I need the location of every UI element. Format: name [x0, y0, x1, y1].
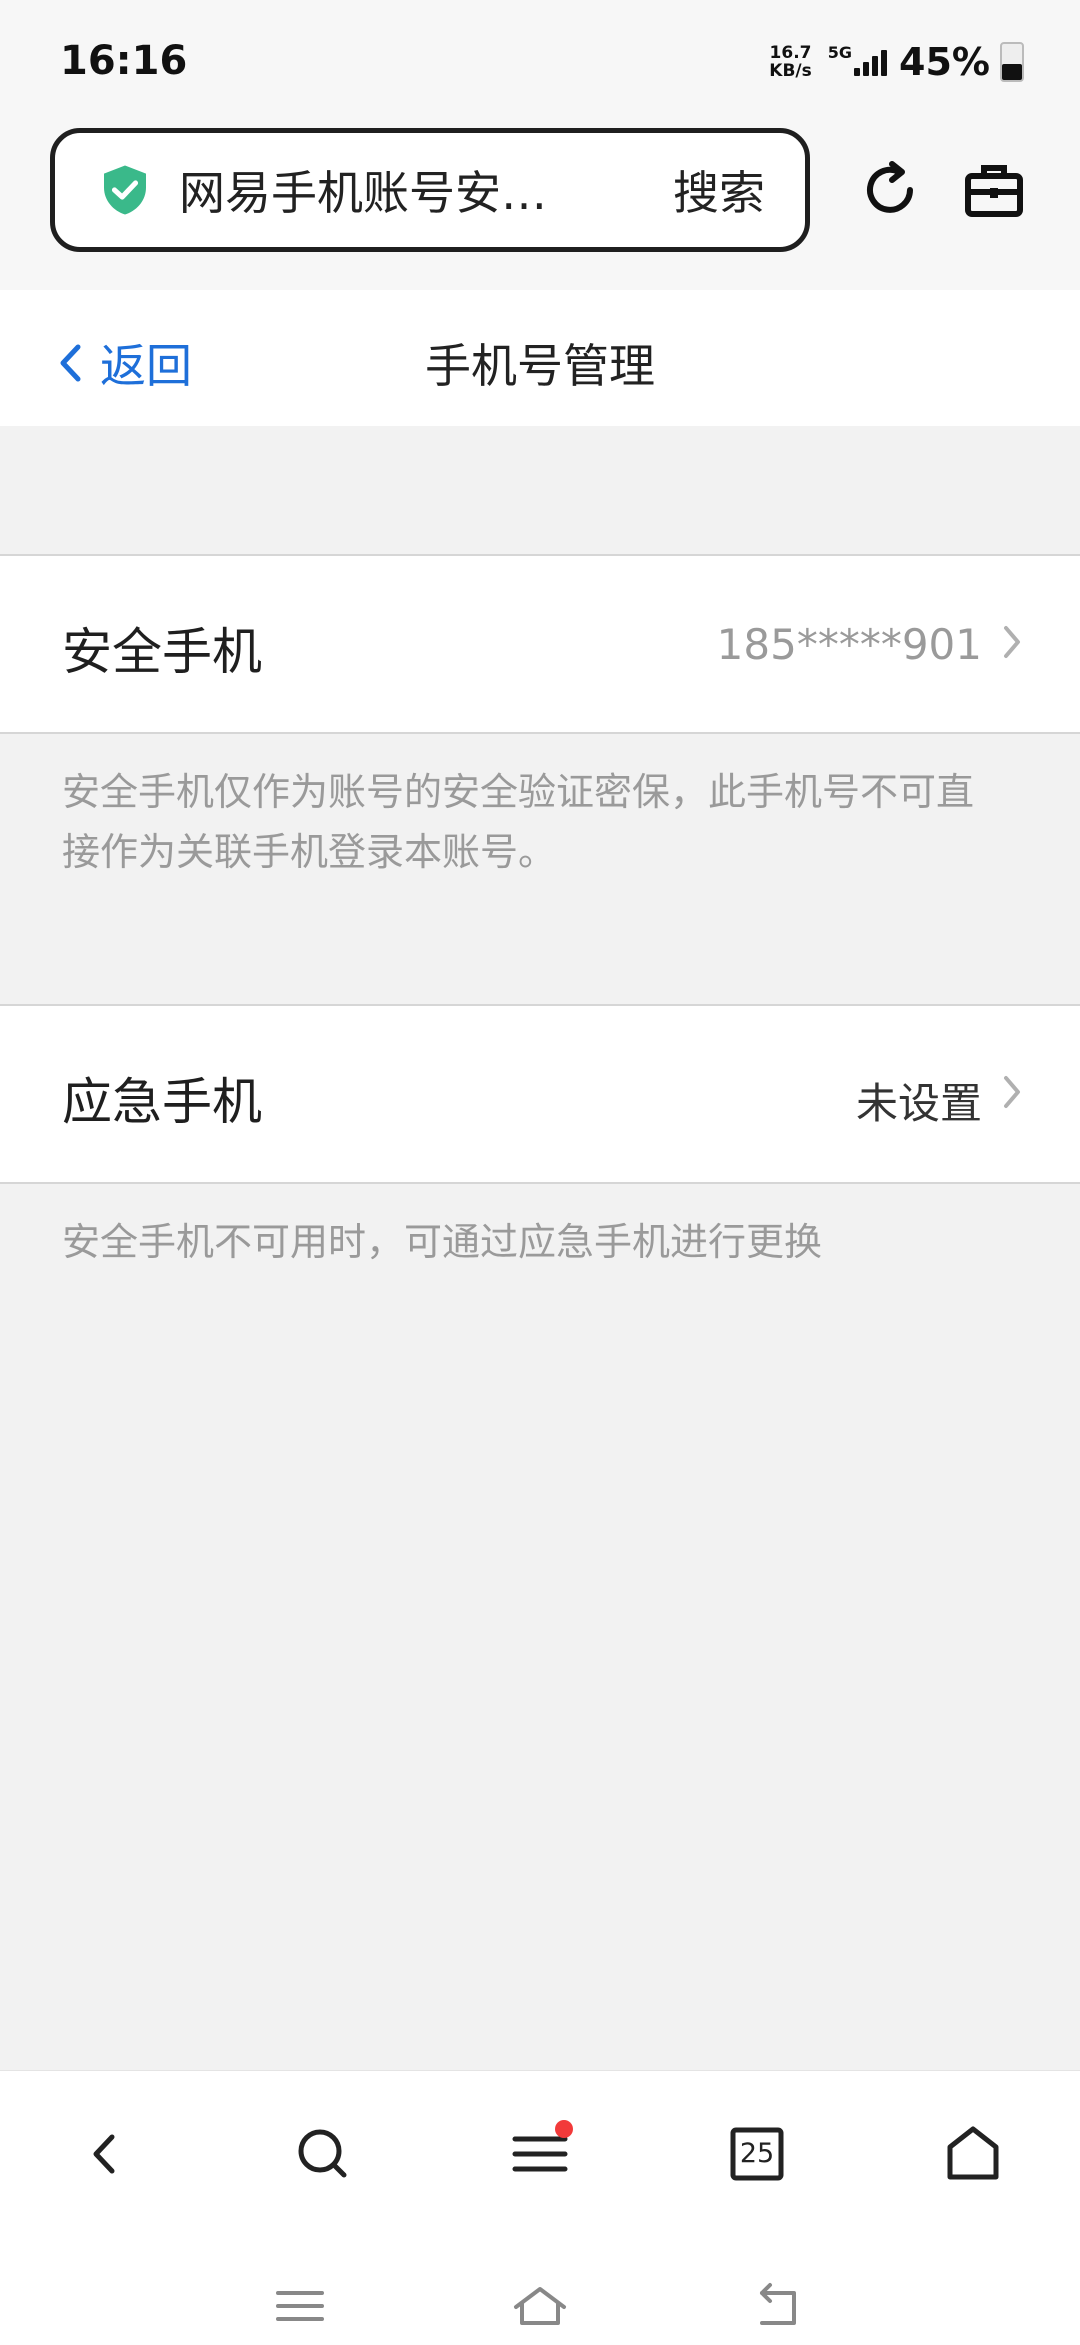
bottom-navigation: 25 — [0, 2070, 1080, 2345]
system-back-icon[interactable] — [750, 2281, 810, 2331]
emergency-phone-row[interactable]: 应急手机 未设置 — [0, 1004, 1080, 1184]
status-bar: 16:16 16.7 KB/s 5G 45% — [0, 0, 1080, 120]
search-button[interactable]: 搜索 — [673, 157, 765, 223]
signal-icon: 5G — [828, 43, 888, 76]
shield-check-icon — [104, 165, 146, 215]
battery-percent: 45% — [899, 40, 990, 84]
battery-icon — [1000, 42, 1024, 82]
network-speed-unit: KB/s — [769, 61, 812, 81]
url-text[interactable]: 网易手机账号安… — [179, 157, 629, 223]
emergency-phone-value: 未设置 — [855, 1079, 982, 1128]
network-speed-value: 16.7 — [769, 43, 812, 63]
chevron-right-icon — [1004, 626, 1020, 658]
security-phone-value: 185*****901 — [716, 620, 982, 669]
page-title: 手机号管理 — [425, 339, 655, 393]
search-icon[interactable] — [288, 2119, 358, 2189]
menu-icon[interactable] — [505, 2119, 575, 2189]
security-phone-note: 安全手机仅作为账号的安全验证密保，此手机号不可直接作为关联手机登录本账号。 — [62, 770, 975, 874]
status-time: 16:16 — [60, 38, 188, 84]
chevron-right-icon — [1004, 1076, 1020, 1108]
address-bar[interactable]: 网易手机账号安… 搜索 — [50, 128, 810, 252]
security-phone-label: 安全手机 — [62, 623, 262, 681]
status-indicators: 16.7 KB/s 5G 45% — [769, 40, 1024, 84]
back-nav-icon[interactable] — [72, 2119, 142, 2189]
system-home-icon[interactable] — [510, 2281, 570, 2331]
home-icon[interactable] — [938, 2119, 1008, 2189]
network-type: 5G — [827, 42, 853, 62]
page-header: 返回 手机号管理 — [0, 290, 1080, 426]
notification-dot — [555, 2120, 573, 2138]
security-phone-row[interactable]: 安全手机 185*****901 — [0, 554, 1080, 734]
emergency-phone-note: 安全手机不可用时，可通过应急手机进行更换 — [62, 1220, 823, 1264]
toolbox-icon[interactable] — [962, 158, 1026, 222]
tabs-count: 25 — [739, 2138, 775, 2169]
emergency-phone-label: 应急手机 — [62, 1073, 262, 1131]
tabs-button[interactable]: 25 — [722, 2119, 792, 2189]
browser-toolbar: 网易手机账号安… 搜索 — [0, 120, 1080, 290]
network-speed: 16.7 KB/s — [769, 44, 811, 80]
recent-apps-icon[interactable] — [270, 2281, 330, 2331]
refresh-icon[interactable] — [858, 158, 922, 222]
